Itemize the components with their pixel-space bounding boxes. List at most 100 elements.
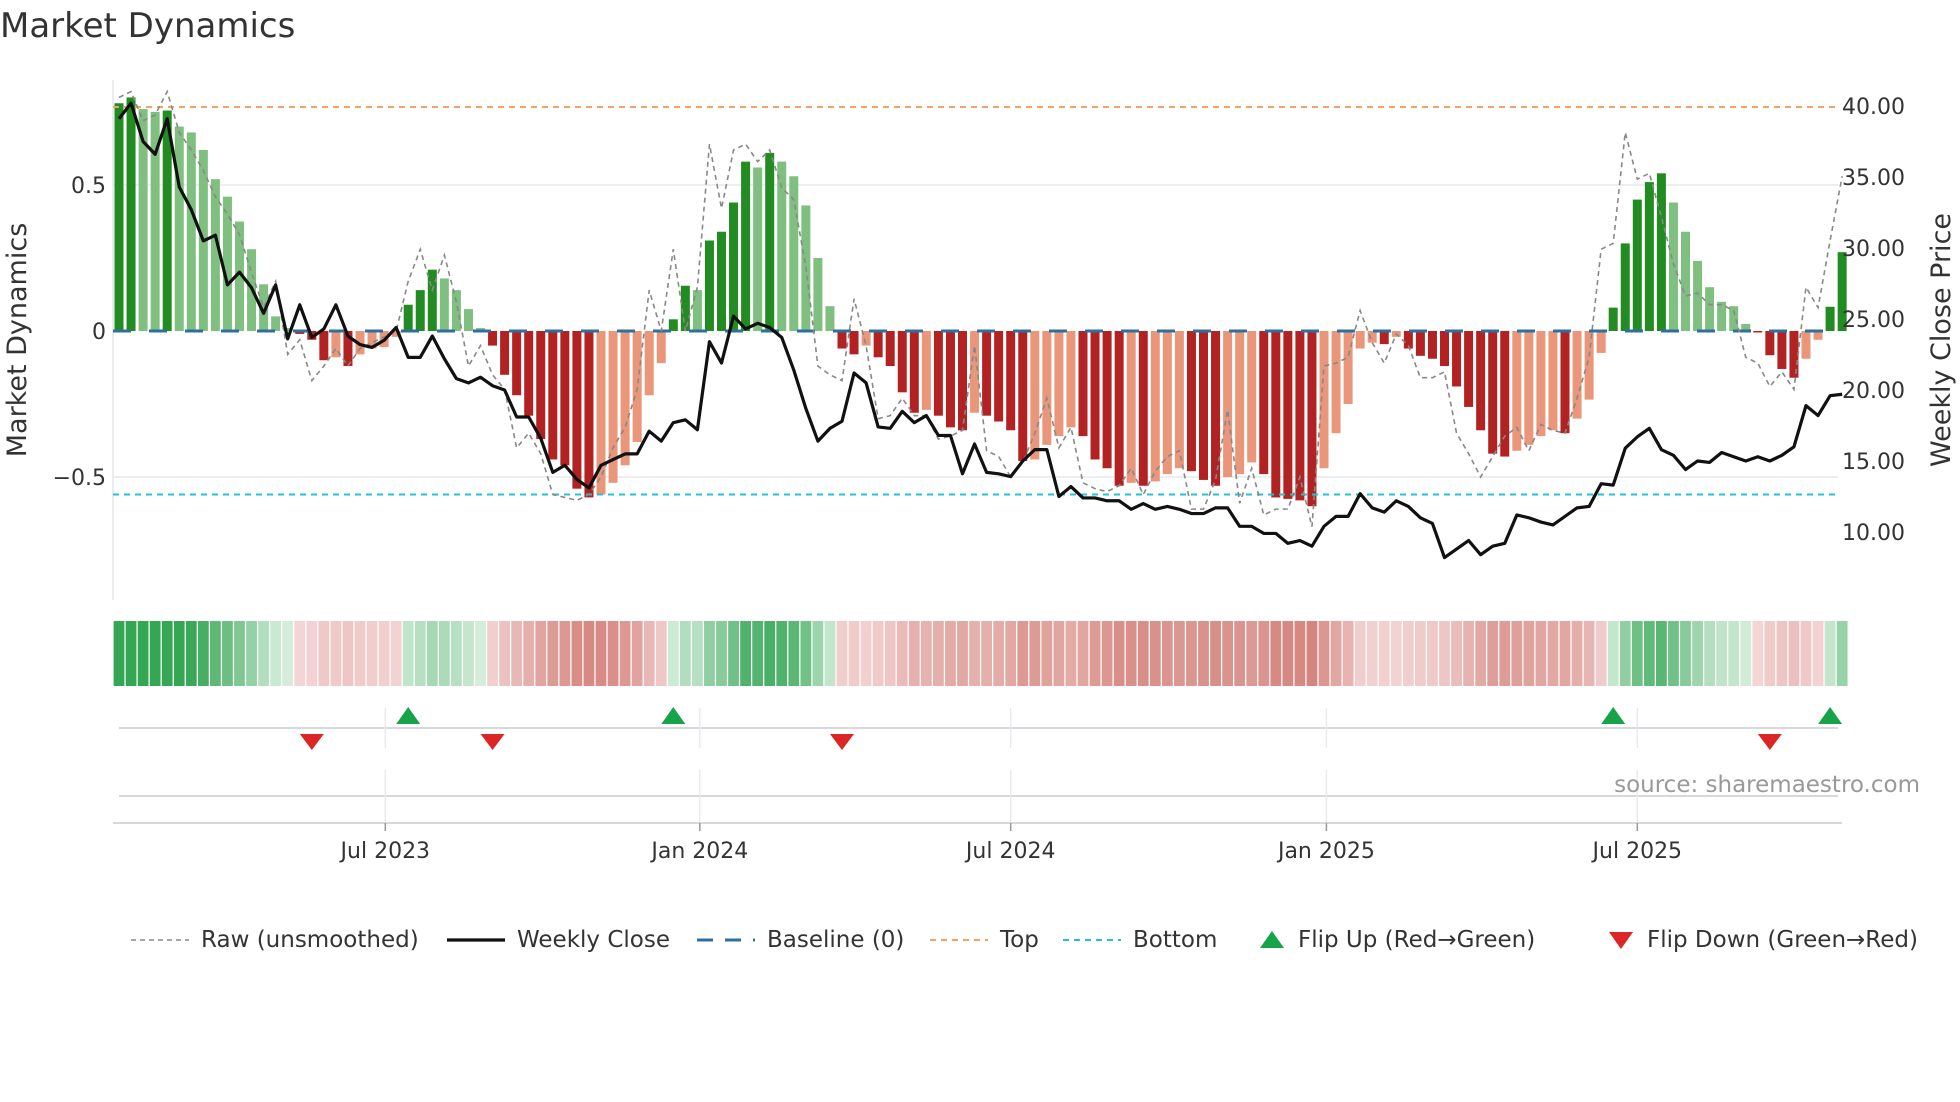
heat-strip-cell bbox=[1439, 621, 1450, 686]
dynamics-bar bbox=[1620, 243, 1630, 331]
heat-strip-cell bbox=[438, 621, 450, 686]
heat-strip-cell bbox=[1282, 621, 1294, 686]
dynamics-bar bbox=[1668, 202, 1678, 331]
dynamics-bar bbox=[1753, 331, 1763, 333]
dynamics-bar bbox=[1355, 331, 1365, 349]
heat-strip-cell bbox=[511, 621, 523, 686]
heat-strip-cell bbox=[776, 621, 788, 686]
heat-strip-cell bbox=[1619, 621, 1631, 686]
heat-strip-cell bbox=[1029, 621, 1041, 686]
heat-strip-cell bbox=[1812, 621, 1824, 686]
dynamics-bar bbox=[114, 103, 124, 332]
dynamics-bar bbox=[909, 331, 919, 413]
dynamics-bar bbox=[849, 331, 859, 355]
heat-strip-cell bbox=[1788, 621, 1800, 686]
right-axis-ticks: 40.00 35.00 30.00 25.00 20.00 15.00 10.00 bbox=[1842, 95, 1905, 546]
right-tick-label: 40.00 bbox=[1842, 95, 1905, 120]
heat-strip-cell bbox=[173, 621, 185, 686]
dynamics-bar bbox=[1596, 331, 1606, 353]
dynamics-bar bbox=[1765, 331, 1775, 356]
right-axis-title: Weekly Close Price bbox=[1926, 213, 1957, 467]
heat-strip-cell bbox=[993, 621, 1005, 686]
dynamics-bar bbox=[1777, 331, 1787, 369]
heat-strip-cell bbox=[1824, 621, 1836, 686]
dynamics-bar bbox=[451, 290, 461, 331]
dynamics-bar bbox=[1367, 331, 1377, 343]
heat-strip-cell bbox=[1740, 621, 1752, 686]
heat-strip-cell bbox=[1065, 621, 1077, 686]
heat-strip-cell bbox=[113, 621, 125, 686]
heat-strip-cell bbox=[1174, 621, 1185, 686]
heat-strip-cell bbox=[1511, 621, 1523, 686]
x-axis-ticks: Jul 2023 Jan 2024 Jul 2024 Jan 2025 Jul 2025 bbox=[339, 708, 1682, 864]
heat-strip-cell bbox=[197, 621, 209, 686]
dynamics-bar bbox=[620, 331, 630, 466]
heat-strip-cell bbox=[547, 621, 559, 686]
dynamics-bar bbox=[753, 167, 763, 331]
dynamics-bar bbox=[1560, 331, 1570, 434]
right-tick-label: 35.00 bbox=[1842, 166, 1905, 191]
dynamics-bar bbox=[1452, 331, 1462, 387]
dynamics-bar bbox=[741, 161, 751, 331]
top-swatch-icon bbox=[930, 939, 988, 941]
regime-heat-strip bbox=[113, 621, 1848, 686]
dynamics-bar bbox=[536, 331, 546, 440]
legend-label: Baseline (0) bbox=[767, 927, 905, 953]
heat-strip-cell bbox=[764, 621, 776, 686]
legend-item-flip-down: Flip Down (Green→Red) bbox=[1607, 922, 1918, 958]
heat-strip-cell bbox=[342, 621, 354, 686]
dynamics-bar bbox=[1548, 331, 1558, 431]
heat-strip-cell bbox=[945, 621, 956, 686]
heat-strip-cell bbox=[679, 621, 691, 686]
heat-strip-cell bbox=[354, 621, 366, 686]
heat-strip-cell bbox=[535, 621, 547, 686]
legend-item-raw: Raw (unsmoothed) bbox=[131, 922, 419, 958]
dynamics-bar bbox=[1331, 331, 1341, 434]
dynamics-bar bbox=[1247, 331, 1257, 463]
heat-strip-cell bbox=[258, 621, 269, 686]
heat-strip-cell bbox=[1294, 621, 1306, 686]
dynamics-bar bbox=[1729, 306, 1739, 331]
heat-strip-cell bbox=[390, 621, 402, 686]
heat-strip-cell bbox=[1089, 621, 1101, 686]
dynamics-bar bbox=[1464, 331, 1474, 407]
heat-strip-cell bbox=[920, 621, 932, 686]
dynamics-bar bbox=[1693, 260, 1703, 331]
heat-strip-cell bbox=[1186, 621, 1197, 686]
heat-strip-cell bbox=[571, 621, 583, 686]
dynamics-bar bbox=[644, 331, 654, 396]
dynamics-bar bbox=[1536, 331, 1546, 437]
dynamics-bar bbox=[1500, 331, 1510, 457]
dynamics-bar bbox=[1789, 331, 1799, 378]
heat-strip-cell bbox=[1680, 621, 1691, 686]
heat-strip-cell bbox=[402, 621, 414, 686]
heat-strip-cell bbox=[1005, 621, 1017, 686]
heat-strip-cell bbox=[1559, 621, 1571, 686]
flip-down-marker bbox=[480, 734, 505, 750]
dynamics-bars bbox=[114, 97, 1847, 507]
dynamics-bar bbox=[1427, 331, 1437, 359]
heat-strip-cell bbox=[318, 621, 330, 686]
dynamics-bar bbox=[1825, 306, 1835, 331]
heat-strip-cell bbox=[1415, 621, 1426, 686]
flip-up-marker bbox=[1601, 707, 1626, 724]
right-tick-label: 15.00 bbox=[1842, 450, 1905, 475]
flip-panel bbox=[113, 727, 1842, 824]
heat-strip-cell bbox=[896, 621, 908, 686]
heat-strip-cell bbox=[414, 621, 426, 686]
legend-label: Flip Up (Red→Green) bbox=[1298, 927, 1536, 953]
dynamics-bar bbox=[584, 331, 594, 498]
dynamics-bar bbox=[186, 132, 196, 331]
legend-label: Weekly Close bbox=[517, 927, 670, 953]
dynamics-bar bbox=[921, 331, 931, 410]
legend-label: Top bbox=[1000, 927, 1039, 953]
heat-strip-cell bbox=[969, 621, 980, 686]
heat-strip-cell bbox=[908, 621, 920, 686]
heat-strip-cell bbox=[210, 621, 221, 686]
heat-strip-cell bbox=[1137, 621, 1149, 686]
legend-item-bottom: Bottom bbox=[1063, 922, 1217, 958]
dynamics-bar bbox=[1524, 331, 1534, 445]
dynamics-bar bbox=[1006, 331, 1016, 431]
heat-strip-cell bbox=[125, 621, 137, 686]
heat-strip-cell bbox=[270, 621, 282, 686]
